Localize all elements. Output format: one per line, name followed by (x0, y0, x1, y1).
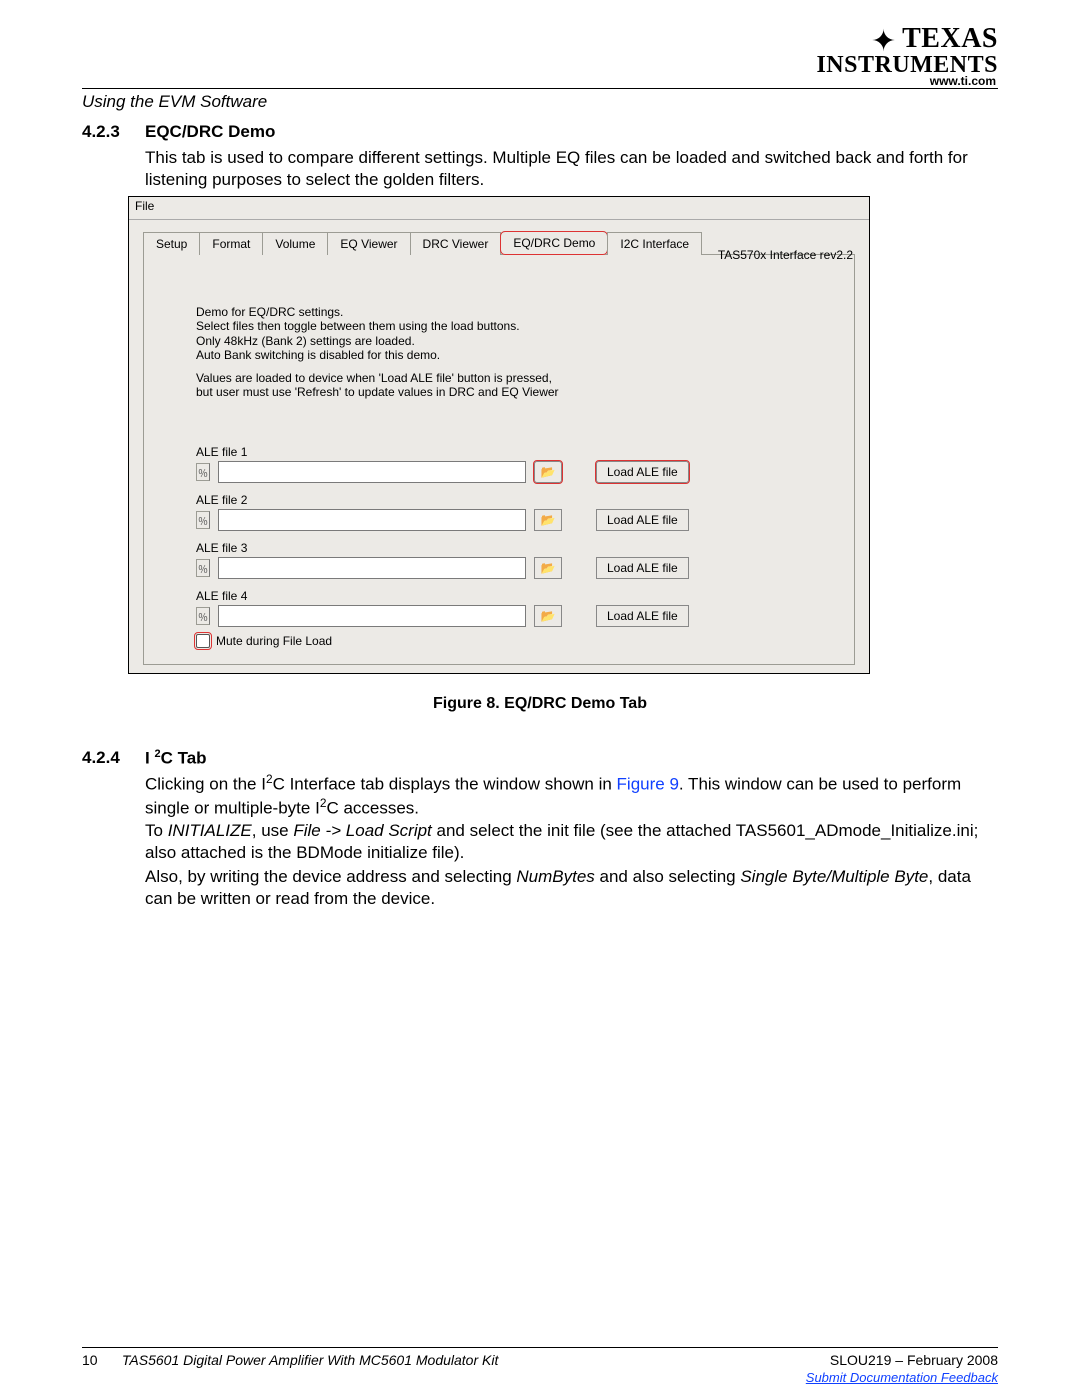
browse-button-2[interactable]: 📂 (534, 509, 562, 531)
ale-file-input-1[interactable] (218, 461, 526, 483)
footer-title: TAS5601 Digital Power Amplifier With MC5… (122, 1352, 498, 1368)
figure-8-caption: Figure 8. EQ/DRC Demo Tab (0, 695, 1080, 713)
load-ale-button-3[interactable]: Load ALE file (596, 557, 689, 579)
section-424-num: 4.2.4 (82, 748, 120, 768)
figure-9-link[interactable]: Figure 9 (617, 775, 679, 794)
path-icon: ％ (196, 463, 210, 481)
browse-button-3[interactable]: 📂 (534, 557, 562, 579)
tab-format[interactable]: Format (199, 232, 263, 255)
eqdrc-tab-pane: Demo for EQ/DRC settings.Select files th… (143, 255, 855, 665)
section-breadcrumb: Using the EVM Software (82, 92, 267, 112)
mute-checkbox[interactable] (196, 634, 210, 648)
ale-file-input-2[interactable] (218, 509, 526, 531)
tab-volume[interactable]: Volume (262, 232, 328, 255)
eqdrc-demo-screenshot: File SetupFormatVolumeEQ ViewerDRC Viewe… (128, 196, 870, 674)
section-424-para3: Also, by writing the device address and … (145, 866, 998, 910)
ale-file-label-4: ALE file 4 (196, 589, 814, 603)
page-number: 10 (82, 1352, 118, 1368)
submit-feedback-link[interactable]: Submit Documentation Feedback (806, 1370, 998, 1385)
section-424-para2: To INITIALIZE, use File -> Load Script a… (145, 820, 998, 864)
footer-left: 10 TAS5601 Digital Power Amplifier With … (82, 1352, 498, 1368)
load-ale-button-4[interactable]: Load ALE file (596, 605, 689, 627)
path-icon: ％ (196, 559, 210, 577)
browse-button-1[interactable]: 📂 (534, 461, 562, 483)
ale-file-row-1: ALE file 1 ％ 📂 Load ALE file (196, 445, 814, 483)
mute-during-load-row: Mute during File Load (196, 634, 332, 648)
ale-file-label-3: ALE file 3 (196, 541, 814, 555)
ti-url: www.ti.com (930, 74, 996, 88)
ale-file-input-3[interactable] (218, 557, 526, 579)
ale-file-row-4: ALE file 4 ％ 📂 Load ALE file (196, 589, 814, 627)
ti-line1: TEXAS (902, 23, 998, 54)
demo-description: Demo for EQ/DRC settings.Select files th… (196, 305, 814, 399)
section-424-title: I 2C Tab (145, 748, 207, 769)
tab-eq-drc-demo[interactable]: EQ/DRC Demo (500, 231, 608, 255)
menubar: File (129, 197, 869, 220)
ti-chip-icon: ✦ (871, 28, 896, 55)
ale-file-input-4[interactable] (218, 605, 526, 627)
load-ale-button-2[interactable]: Load ALE file (596, 509, 689, 531)
section-423-num: 4.2.3 (82, 122, 120, 142)
ti-logo: ✦TEXAS INSTRUMENTS (816, 26, 998, 77)
tab-drc-viewer[interactable]: DRC Viewer (410, 232, 502, 255)
section-423-title: EQC/DRC Demo (145, 122, 275, 142)
path-icon: ％ (196, 607, 210, 625)
browse-button-4[interactable]: 📂 (534, 605, 562, 627)
ale-file-row-2: ALE file 2 ％ 📂 Load ALE file (196, 493, 814, 531)
footer-rule (82, 1347, 998, 1348)
footer-feedback-link: Submit Documentation Feedback (806, 1370, 998, 1385)
tab-i2c-interface[interactable]: I2C Interface (607, 232, 702, 255)
menu-file[interactable]: File (135, 199, 154, 213)
ale-file-label-2: ALE file 2 (196, 493, 814, 507)
section-423-para: This tab is used to compare different se… (145, 147, 998, 191)
section-424-para1: Clicking on the I2C Interface tab displa… (145, 772, 998, 820)
ale-file-label-1: ALE file 1 (196, 445, 814, 459)
ale-file-row-3: ALE file 3 ％ 📂 Load ALE file (196, 541, 814, 579)
load-ale-button-1[interactable]: Load ALE file (596, 461, 689, 483)
mute-label: Mute during File Load (216, 634, 332, 648)
footer-right: SLOU219 – February 2008 (830, 1352, 998, 1368)
tab-setup[interactable]: Setup (143, 232, 200, 255)
tab-eq-viewer[interactable]: EQ Viewer (327, 232, 410, 255)
path-icon: ％ (196, 511, 210, 529)
header-rule (82, 88, 998, 89)
